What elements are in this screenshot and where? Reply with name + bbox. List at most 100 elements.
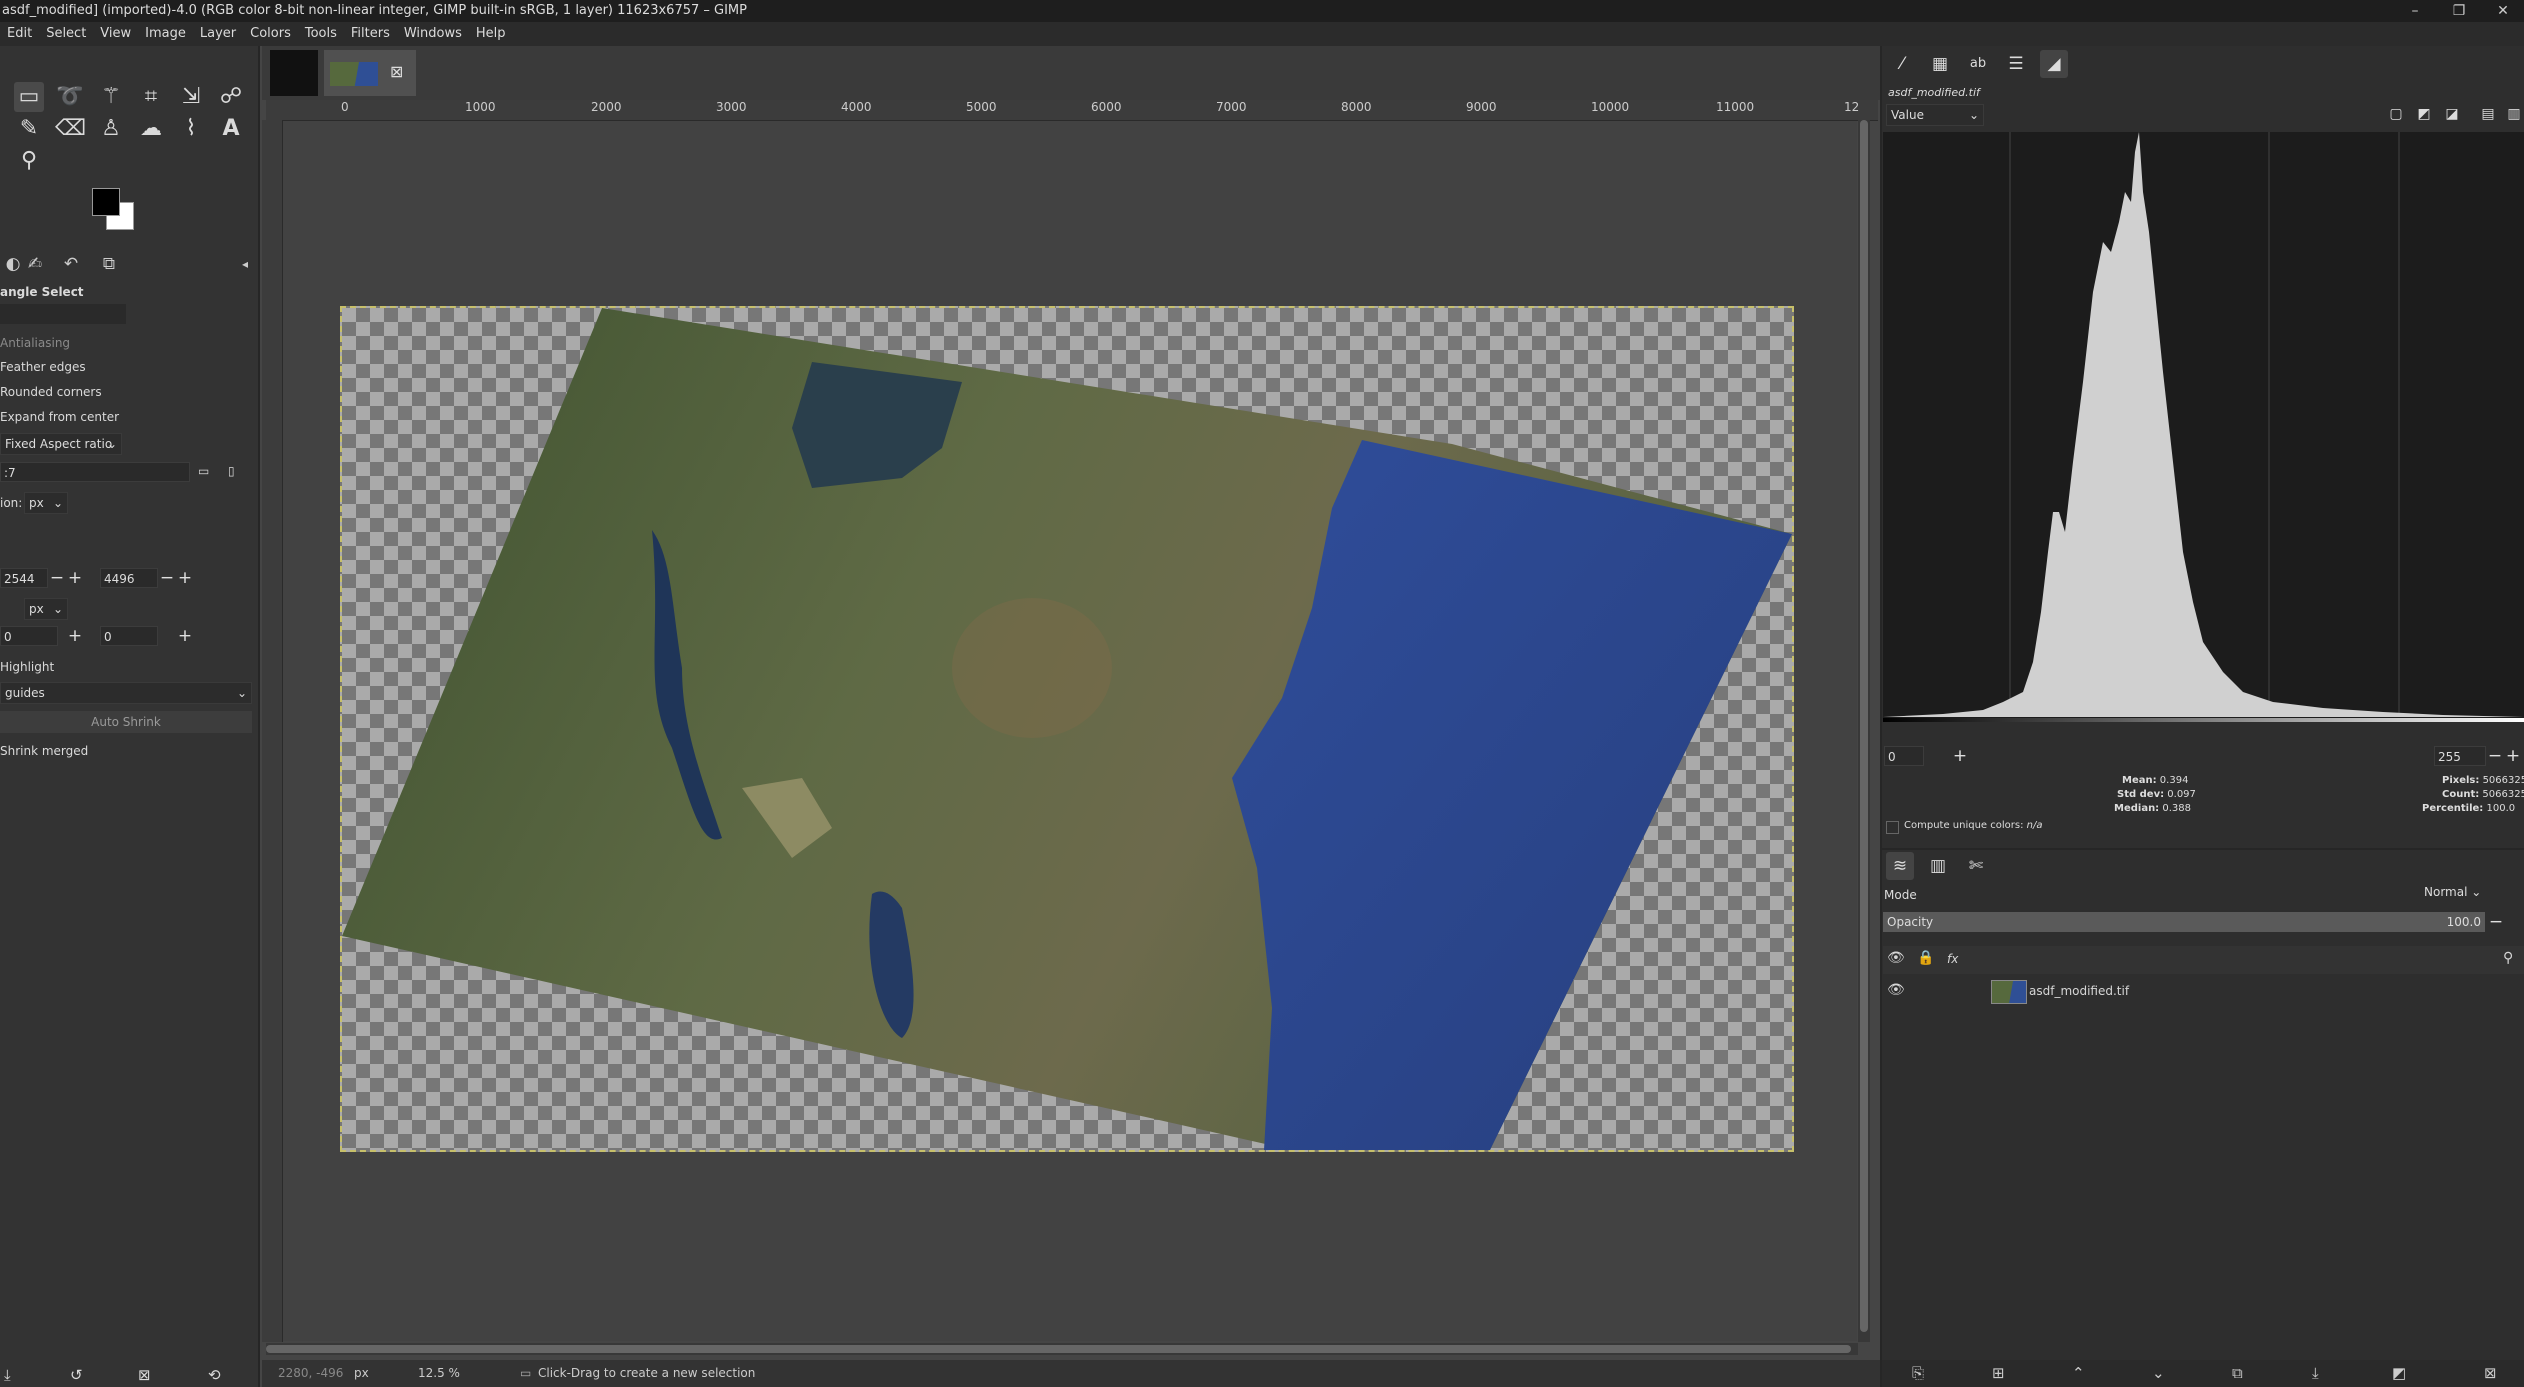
undo-history-tab-icon[interactable]: ↶ [58,251,84,277]
paths-tab-icon[interactable]: ✄ [1962,852,1990,880]
horizontal-scrollbar[interactable] [266,1343,1858,1355]
warp-icon[interactable]: ☍ [216,82,246,112]
portrait-icon[interactable]: ▯ [228,464,235,478]
images-tab-icon[interactable]: ⧉ [96,251,122,277]
log-scale-icon[interactable]: ◩ [2410,100,2438,128]
pos-y-plus[interactable]: + [176,626,194,646]
pos-x-plus[interactable]: + [66,626,84,646]
device-status-tab-icon[interactable]: ✍ [22,251,48,277]
menu-select[interactable]: Select [39,22,93,46]
fonts-tab-icon[interactable]: ab [1964,50,1992,78]
antialiasing-option[interactable]: Antialiasing [0,336,70,350]
menu-help[interactable]: Help [469,22,513,46]
size-height-plus[interactable]: + [176,568,194,588]
guides-dropdown[interactable]: guides ⌄ [0,682,252,704]
crop-icon[interactable]: ⌗ [136,82,166,112]
range-low-field[interactable]: 0 [1884,746,1924,766]
histogram-bars-icon[interactable]: ▤ [2474,100,2502,128]
menu-view[interactable]: View [93,22,138,46]
opacity-slider[interactable]: Opacity 100.0 [1883,912,2485,932]
maximize-button[interactable]: ❐ [2444,0,2474,22]
text-tool-icon[interactable]: A [216,114,246,144]
opacity-minus[interactable]: − [2487,912,2505,932]
mode-dropdown[interactable]: Normal ⌄ [2424,885,2484,899]
auto-shrink-button[interactable]: Auto Shrink [0,711,252,733]
histogram-graph[interactable] [1883,132,2524,722]
highlight-option[interactable]: Highlight [0,660,54,674]
eraser-icon[interactable]: ⌫ [55,114,86,144]
reset-options-icon[interactable]: ⟲ [208,1366,221,1384]
size-height-minus[interactable]: − [158,568,176,588]
selection-mode-buttons[interactable] [0,304,126,324]
foreground-color-swatch[interactable] [92,188,120,216]
zoom-dropdown[interactable]: 12.5 % [418,1360,460,1387]
menu-tools[interactable]: Tools [298,22,344,46]
fixed-mode-dropdown[interactable]: Fixed Aspect ratio ⌄ [0,433,122,455]
pos-y-field[interactable]: 0 [100,626,158,646]
menu-layer[interactable]: Layer [193,22,243,46]
paths-icon[interactable]: ⌇ [176,114,206,144]
histogram-lines-icon[interactable]: ▥ [2500,100,2524,128]
dock-menu-icon[interactable]: ◂ [232,251,258,277]
new-layer-icon[interactable]: ⎘ [1912,1364,1924,1382]
clone-icon[interactable]: ♙ [96,114,126,144]
range-high-minus[interactable]: − [2486,746,2504,766]
restore-options-icon[interactable]: ↺ [70,1366,83,1384]
delete-options-icon[interactable]: ⊠ [138,1366,151,1384]
duplicate-layer-icon[interactable]: ⧉ [2232,1364,2243,1382]
aspect-field[interactable]: :7 [0,462,190,482]
new-group-icon[interactable]: ⊞ [1992,1364,2005,1382]
menu-edit[interactable]: Edit [0,22,39,46]
layer-row[interactable]: 👁 asdf_modified.tif [1883,976,2524,1006]
expand-from-center-option[interactable]: Expand from center [0,410,119,424]
menu-image[interactable]: Image [138,22,193,46]
pos-x-field[interactable]: 0 [0,626,58,646]
brushes-tab-icon[interactable]: ⁄ [1888,50,1916,78]
smudge-icon[interactable]: ☁ [136,114,166,144]
unique-colors-checkbox[interactable] [1886,821,1899,834]
merge-layer-icon[interactable]: ⤓ [2312,1364,2319,1382]
position-unit-dropdown[interactable]: px ⌄ [24,492,68,514]
histogram-mode-icon[interactable]: ◪ [2438,100,2466,128]
size-width-minus[interactable]: − [48,568,66,588]
rect-select-icon[interactable]: ▭ [14,82,44,112]
transform-icon[interactable]: ⇲ [176,82,206,112]
unit-dropdown[interactable]: px [354,1360,369,1387]
save-options-icon[interactable]: ⤓ [4,1366,11,1384]
histogram-tab-icon[interactable]: ◢ [2040,50,2068,78]
raise-layer-icon[interactable]: ⌃ [2072,1364,2085,1382]
fuzzy-select-icon[interactable]: ⚚ [96,82,126,112]
rounded-corners-option[interactable]: Rounded corners [0,385,102,399]
image-tab-2[interactable]: ⊠ [324,50,416,96]
size-width-field[interactable]: 2544 [0,568,48,588]
lasso-icon[interactable]: ➰ [55,82,85,112]
layer-name[interactable]: asdf_modified.tif [2029,984,2129,998]
layer-visibility-icon[interactable]: 👁 [1887,982,1905,998]
zoom-tool-icon[interactable]: ⚲ [14,146,44,176]
shrink-merged-option[interactable]: Shrink merged [0,744,88,758]
lower-layer-icon[interactable]: ⌄ [2152,1364,2165,1382]
range-high-field[interactable]: 255 [2434,746,2486,766]
menu-windows[interactable]: Windows [397,22,469,46]
size-width-plus[interactable]: + [66,568,84,588]
size-unit-dropdown[interactable]: px ⌄ [24,598,68,620]
channel-dropdown[interactable]: Value ⌄ [1886,104,1984,126]
document-history-tab-icon[interactable]: ☰ [2002,50,2030,78]
close-tab-icon[interactable]: ⊠ [390,62,403,81]
minimize-button[interactable]: – [2400,0,2430,22]
menu-colors[interactable]: Colors [243,22,298,46]
close-button[interactable]: ✕ [2488,0,2518,22]
landscape-icon[interactable]: ▭ [198,464,209,478]
image-tab-1[interactable] [270,50,318,96]
layers-tab-icon[interactable]: ≋ [1886,852,1914,880]
channels-tab-icon[interactable]: ▥ [1924,852,1952,880]
dock-separator[interactable] [1882,848,2524,850]
horizontal-scroll-thumb[interactable] [266,1345,1851,1353]
range-high-plus[interactable]: + [2504,746,2522,766]
image-canvas[interactable] [340,306,1794,1152]
paintbrush-icon[interactable]: ✎ [14,114,44,144]
patterns-tab-icon[interactable]: ▦ [1926,50,1954,78]
size-height-field[interactable]: 4496 [100,568,158,588]
delete-layer-icon[interactable]: ⊠ [2484,1364,2497,1382]
vertical-scrollbar[interactable] [1858,120,1870,1342]
